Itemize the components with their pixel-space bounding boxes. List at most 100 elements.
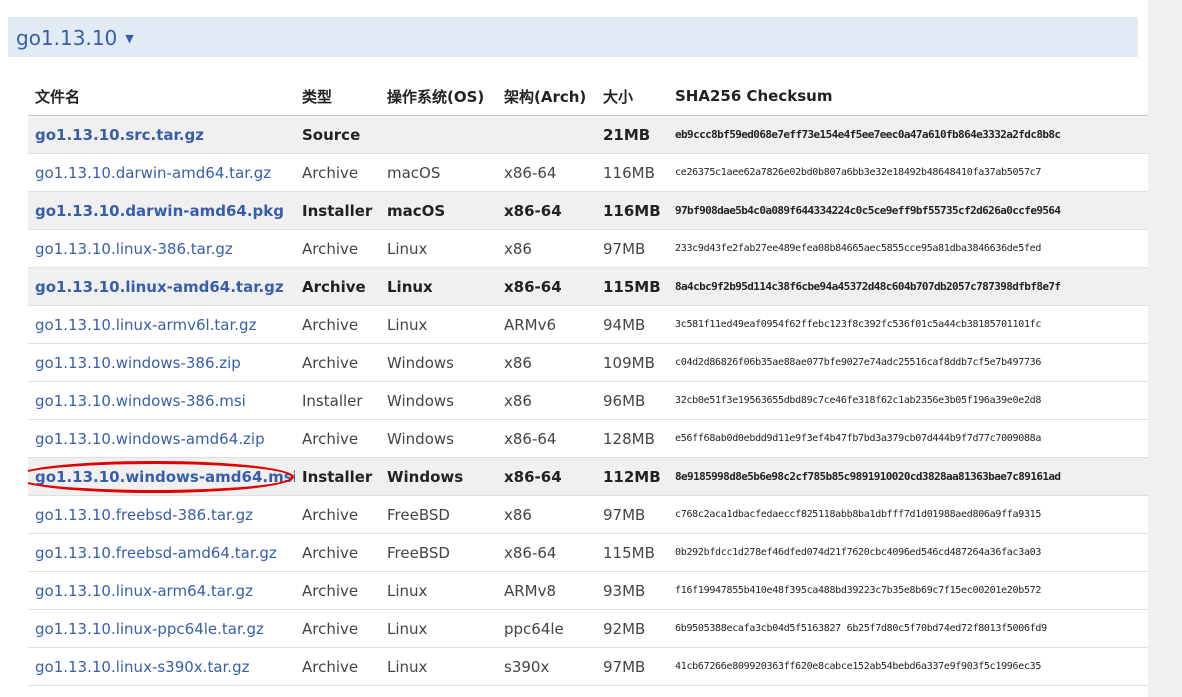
download-link[interactable]: go1.13.10.linux-ppc64le.tar.gz [35, 620, 264, 638]
cell-os: Linux [380, 267, 497, 306]
cell-os [380, 115, 497, 154]
cell-os: Linux [380, 305, 497, 344]
cell-filename: go1.13.10.windows-amd64.zip [28, 419, 295, 458]
cell-kind: Source [295, 115, 380, 154]
download-link[interactable]: go1.13.10.linux-s390x.tar.gz [35, 658, 249, 676]
cell-arch: x86-64 [497, 191, 596, 230]
cell-kind: Archive [295, 495, 380, 534]
table-body: go1.13.10.src.tar.gz Source 21MB eb9ccc8bf5… [28, 115, 1148, 686]
cell-os: Windows [380, 343, 497, 382]
cell-size: 115MB [596, 267, 668, 306]
cell-checksum: e56ff68ab0d0ebdd9d11e9f3ef4b47fb7bd3a379… [668, 419, 1148, 458]
cell-filename: go1.13.10.linux-s390x.tar.gz [28, 647, 295, 686]
column-header-os: 操作系统(OS) [380, 77, 497, 116]
cell-arch: x86-64 [497, 457, 596, 496]
table-row: go1.13.10.linux-armv6l.tar.gz Archive Linu… [28, 305, 1148, 344]
download-link[interactable]: go1.13.10.windows-386.zip [35, 354, 241, 372]
cell-checksum: f16f19947855b410e48f395ca488bd39223c7b35… [668, 571, 1148, 610]
table-row: go1.13.10.linux-s390x.tar.gz Archive Linux… [28, 647, 1148, 686]
cell-checksum: 3c581f11ed49eaf0954f62ffebc123f8c392fc53… [668, 305, 1148, 344]
download-link[interactable]: go1.13.10.windows-amd64.msi [35, 468, 295, 486]
cell-filename: go1.13.10.linux-armv6l.tar.gz [28, 305, 295, 344]
cell-arch [497, 115, 596, 154]
cell-checksum: c768c2aca1dbacfedaeccf825118abb8ba1dbfff… [668, 495, 1148, 534]
cell-os: Windows [380, 457, 497, 496]
cell-kind: Archive [295, 343, 380, 382]
cell-checksum: 8a4cbc9f2b95d114c38f6cbe94a45372d48c604b… [668, 267, 1148, 306]
cell-arch: x86 [497, 343, 596, 382]
cell-kind: Archive [295, 229, 380, 268]
cell-kind: Installer [295, 457, 380, 496]
cell-kind: Archive [295, 571, 380, 610]
download-link[interactable]: go1.13.10.src.tar.gz [35, 126, 204, 144]
cell-size: 97MB [596, 647, 668, 686]
cell-filename: go1.13.10.src.tar.gz [28, 115, 295, 154]
table-row: go1.13.10.src.tar.gz Source 21MB eb9ccc8bf5… [28, 115, 1148, 154]
download-link[interactable]: go1.13.10.windows-386.msi [35, 392, 246, 410]
cell-checksum: 32cb0e51f3e19563655dbd89c7ce46fe318f62c1… [668, 381, 1148, 420]
cell-kind: Archive [295, 419, 380, 458]
column-header-filename: 文件名 [28, 77, 295, 116]
cell-size: 94MB [596, 305, 668, 344]
download-link[interactable]: go1.13.10.linux-armv6l.tar.gz [35, 316, 256, 334]
table-row: go1.13.10.freebsd-amd64.tar.gz Archive Fre… [28, 533, 1148, 572]
cell-arch: s390x [497, 647, 596, 686]
downloads-table: 文件名 类型 操作系统(OS) 架构(Arch) 大小 SHA256 Check… [28, 77, 1148, 686]
table-row: go1.13.10.windows-386.msi Installer Window… [28, 381, 1148, 420]
cell-size: 116MB [596, 191, 668, 230]
cell-size: 92MB [596, 609, 668, 648]
cell-os: macOS [380, 191, 497, 230]
cell-arch: x86-64 [497, 419, 596, 458]
cell-kind: Archive [295, 305, 380, 344]
cell-kind: Installer [295, 191, 380, 230]
table-row: go1.13.10.windows-amd64.msi Installer Wind… [28, 457, 1148, 496]
column-header-arch: 架构(Arch) [497, 77, 596, 116]
download-link[interactable]: go1.13.10.darwin-amd64.pkg [35, 202, 284, 220]
cell-os: Windows [380, 381, 497, 420]
version-header[interactable]: go1.13.10 ▼ [8, 17, 1138, 57]
table-row: go1.13.10.linux-ppc64le.tar.gz Archive Lin… [28, 609, 1148, 648]
cell-filename: go1.13.10.linux-amd64.tar.gz [28, 267, 295, 306]
cell-kind: Archive [295, 267, 380, 306]
column-header-checksum: SHA256 Checksum [668, 77, 1148, 116]
table-row: go1.13.10.freebsd-386.tar.gz Archive FreeB… [28, 495, 1148, 534]
cell-checksum: 41cb67266e809920363ff620e8cabce152ab54be… [668, 647, 1148, 686]
table-row: go1.13.10.linux-386.tar.gz Archive Linux x8… [28, 229, 1148, 268]
download-link[interactable]: go1.13.10.freebsd-amd64.tar.gz [35, 544, 277, 562]
table-row: go1.13.10.darwin-amd64.tar.gz Archive macO… [28, 153, 1148, 192]
download-link[interactable]: go1.13.10.linux-386.tar.gz [35, 240, 233, 258]
cell-arch: x86 [497, 495, 596, 534]
cell-os: Windows [380, 419, 497, 458]
cell-checksum: c04d2d86826f06b35ae88ae077bfe9027e74adc2… [668, 343, 1148, 382]
cell-kind: Archive [295, 153, 380, 192]
download-link[interactable]: go1.13.10.freebsd-386.tar.gz [35, 506, 253, 524]
download-link[interactable]: go1.13.10.linux-amd64.tar.gz [35, 278, 284, 296]
dropdown-arrow-icon[interactable]: ▼ [125, 32, 133, 45]
table-row: go1.13.10.windows-386.zip Archive Windows x… [28, 343, 1148, 382]
cell-os: Linux [380, 571, 497, 610]
cell-filename: go1.13.10.freebsd-amd64.tar.gz [28, 533, 295, 572]
cell-arch: x86-64 [497, 533, 596, 572]
cell-size: 97MB [596, 229, 668, 268]
version-title[interactable]: go1.13.10 [16, 26, 117, 50]
cell-filename: go1.13.10.freebsd-386.tar.gz [28, 495, 295, 534]
cell-checksum: ce26375c1aee62a7826e02bd0b807a6bb3e32e18… [668, 153, 1148, 192]
cell-filename: go1.13.10.windows-386.zip [28, 343, 295, 382]
cell-os: Linux [380, 609, 497, 648]
download-link[interactable]: go1.13.10.windows-amd64.zip [35, 430, 265, 448]
download-link[interactable]: go1.13.10.darwin-amd64.tar.gz [35, 164, 271, 182]
cell-os: FreeBSD [380, 495, 497, 534]
download-link[interactable]: go1.13.10.linux-arm64.tar.gz [35, 582, 253, 600]
cell-filename: go1.13.10.windows-386.msi [28, 381, 295, 420]
cell-filename: go1.13.10.linux-arm64.tar.gz [28, 571, 295, 610]
version-toggle[interactable]: go1.13.10 ▼ [16, 26, 134, 50]
cell-arch: x86 [497, 229, 596, 268]
cell-filename: go1.13.10.darwin-amd64.tar.gz [28, 153, 295, 192]
cell-os: FreeBSD [380, 533, 497, 572]
column-header-kind: 类型 [295, 77, 380, 116]
cell-filename: go1.13.10.linux-ppc64le.tar.gz [28, 609, 295, 648]
table-row: go1.13.10.linux-arm64.tar.gz Archive Linux… [28, 571, 1148, 610]
cell-arch: ppc64le [497, 609, 596, 648]
cell-kind: Installer [295, 381, 380, 420]
cell-checksum: 233c9d43fe2fab27ee489efea08b84665aec5855… [668, 229, 1148, 268]
